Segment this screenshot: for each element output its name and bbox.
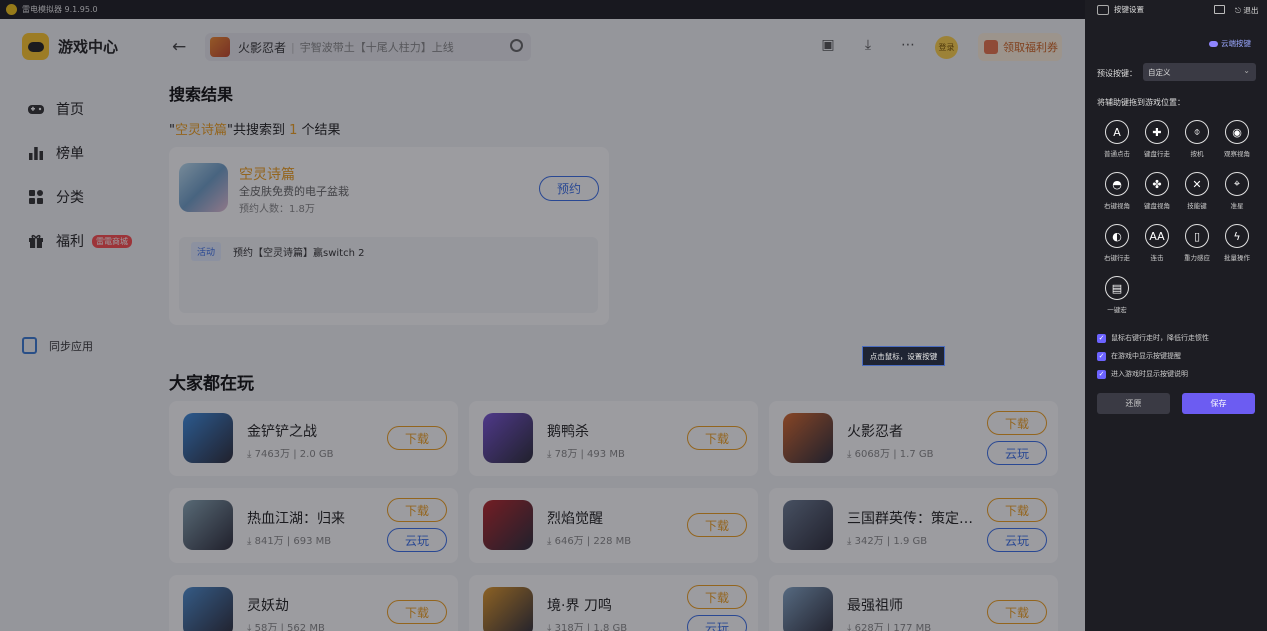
option-label: 进入游戏时显示按键说明: [1111, 370, 1188, 378]
key-tool-icon: ⌖: [1225, 172, 1249, 196]
key-tool[interactable]: AA 连击: [1137, 224, 1177, 262]
key-tool-label: 重力感应: [1184, 254, 1210, 262]
cloud-key-button[interactable]: 云端按键: [1209, 38, 1251, 49]
key-tool-label: 按机: [1190, 150, 1204, 158]
key-tool-icon: ⌽: [1185, 120, 1209, 144]
drag-instruction: 将辅助键拖到游戏位置：: [1097, 98, 1185, 107]
key-setting-hint: 点击鼠标，设置按键: [862, 346, 945, 366]
option-checkbox[interactable]: ✓ 鼠标右键行走时，降低行走惯性: [1097, 329, 1209, 347]
restore-button[interactable]: 还原: [1097, 393, 1170, 414]
key-tool-icon: ▤: [1105, 276, 1129, 300]
key-tool[interactable]: ▤ 一键宏: [1097, 276, 1137, 314]
cloud-key-label: 云端按键: [1221, 39, 1251, 48]
key-tool[interactable]: ✤ 键盘视角: [1137, 172, 1177, 210]
key-tool-icon: ▯: [1185, 224, 1209, 248]
key-tool-label: 键盘视角: [1144, 202, 1170, 210]
key-tool[interactable]: ◉ 观察视角: [1217, 120, 1257, 158]
preset-label: 预设按键：: [1097, 69, 1137, 78]
checkbox-checked-icon[interactable]: ✓: [1097, 333, 1106, 343]
key-tool[interactable]: ⌖ 准星: [1217, 172, 1257, 210]
key-tool[interactable]: ◓ 右键视角: [1097, 172, 1137, 210]
key-tool-label: 技能键: [1187, 202, 1207, 210]
keyboard-icon: [1097, 4, 1109, 15]
dim-overlay: [0, 0, 1085, 631]
key-tool[interactable]: ✕ 技能键: [1177, 172, 1217, 210]
key-tool-icon: ✕: [1185, 172, 1209, 196]
key-tool-icon: A: [1105, 120, 1129, 144]
key-tool[interactable]: A 普通点击: [1097, 120, 1137, 158]
key-tool-icon: ✚: [1145, 120, 1169, 144]
option-checkbox[interactable]: ✓ 在游戏中显示按键提醒: [1097, 347, 1209, 365]
option-label: 在游戏中显示按键提醒: [1111, 352, 1181, 360]
exit-label: 退出: [1243, 6, 1259, 15]
key-tool-label: 右键行走: [1104, 254, 1130, 262]
key-settings-panel: 按键设置 ⎋ 退出 云端按键 预设按键： 自定义 ⌄ 将辅助键拖到游戏位置： A…: [1085, 0, 1267, 631]
preset-select[interactable]: 自定义 ⌄: [1143, 63, 1256, 81]
option-checkbox[interactable]: ✓ 进入游戏时显示按键说明: [1097, 365, 1209, 383]
key-tool-label: 连击: [1150, 254, 1164, 262]
key-tool-label: 观察视角: [1224, 150, 1250, 158]
checkbox-checked-icon[interactable]: ✓: [1097, 351, 1106, 361]
key-tool-icon: ϟ: [1225, 224, 1249, 248]
folder-icon[interactable]: [1214, 5, 1225, 14]
cloud-icon: [1209, 40, 1218, 47]
key-tool-icon: ◉: [1225, 120, 1249, 144]
chevron-down-icon: ⌄: [1243, 66, 1250, 75]
checkbox-checked-icon[interactable]: ✓: [1097, 369, 1106, 379]
key-tool[interactable]: ▯ 重力感应: [1177, 224, 1217, 262]
key-tool[interactable]: ✚ 键盘行走: [1137, 120, 1177, 158]
key-tool-icon: ✤: [1145, 172, 1169, 196]
key-tool[interactable]: ⌽ 按机: [1177, 120, 1217, 158]
key-tool-label: 准星: [1230, 202, 1244, 210]
panel-header: 按键设置: [1097, 4, 1144, 15]
option-label: 鼠标右键行走时，降低行走惯性: [1111, 334, 1209, 342]
key-tool-label: 普通点击: [1104, 150, 1130, 158]
panel-title: 按键设置: [1114, 5, 1144, 14]
key-tool-label: 一键宏: [1107, 306, 1127, 314]
key-tool[interactable]: ϟ 批量操作: [1217, 224, 1257, 262]
key-tool-icon: ◓: [1105, 172, 1129, 196]
key-tool-icon: ◐: [1105, 224, 1129, 248]
key-tool-label: 批量操作: [1224, 254, 1250, 262]
options-list: ✓ 鼠标右键行走时，降低行走惯性 ✓ 在游戏中显示按键提醒 ✓ 进入游戏时显示按键说…: [1097, 329, 1209, 383]
key-tool[interactable]: ◐ 右键行走: [1097, 224, 1137, 262]
key-tool-label: 键盘行走: [1144, 150, 1170, 158]
exit-button[interactable]: ⎋ 退出: [1235, 5, 1258, 16]
preset-value: 自定义: [1148, 67, 1171, 77]
key-tool-icon: AA: [1145, 224, 1169, 248]
save-button[interactable]: 保存: [1182, 393, 1255, 414]
key-tool-label: 右键视角: [1104, 202, 1130, 210]
